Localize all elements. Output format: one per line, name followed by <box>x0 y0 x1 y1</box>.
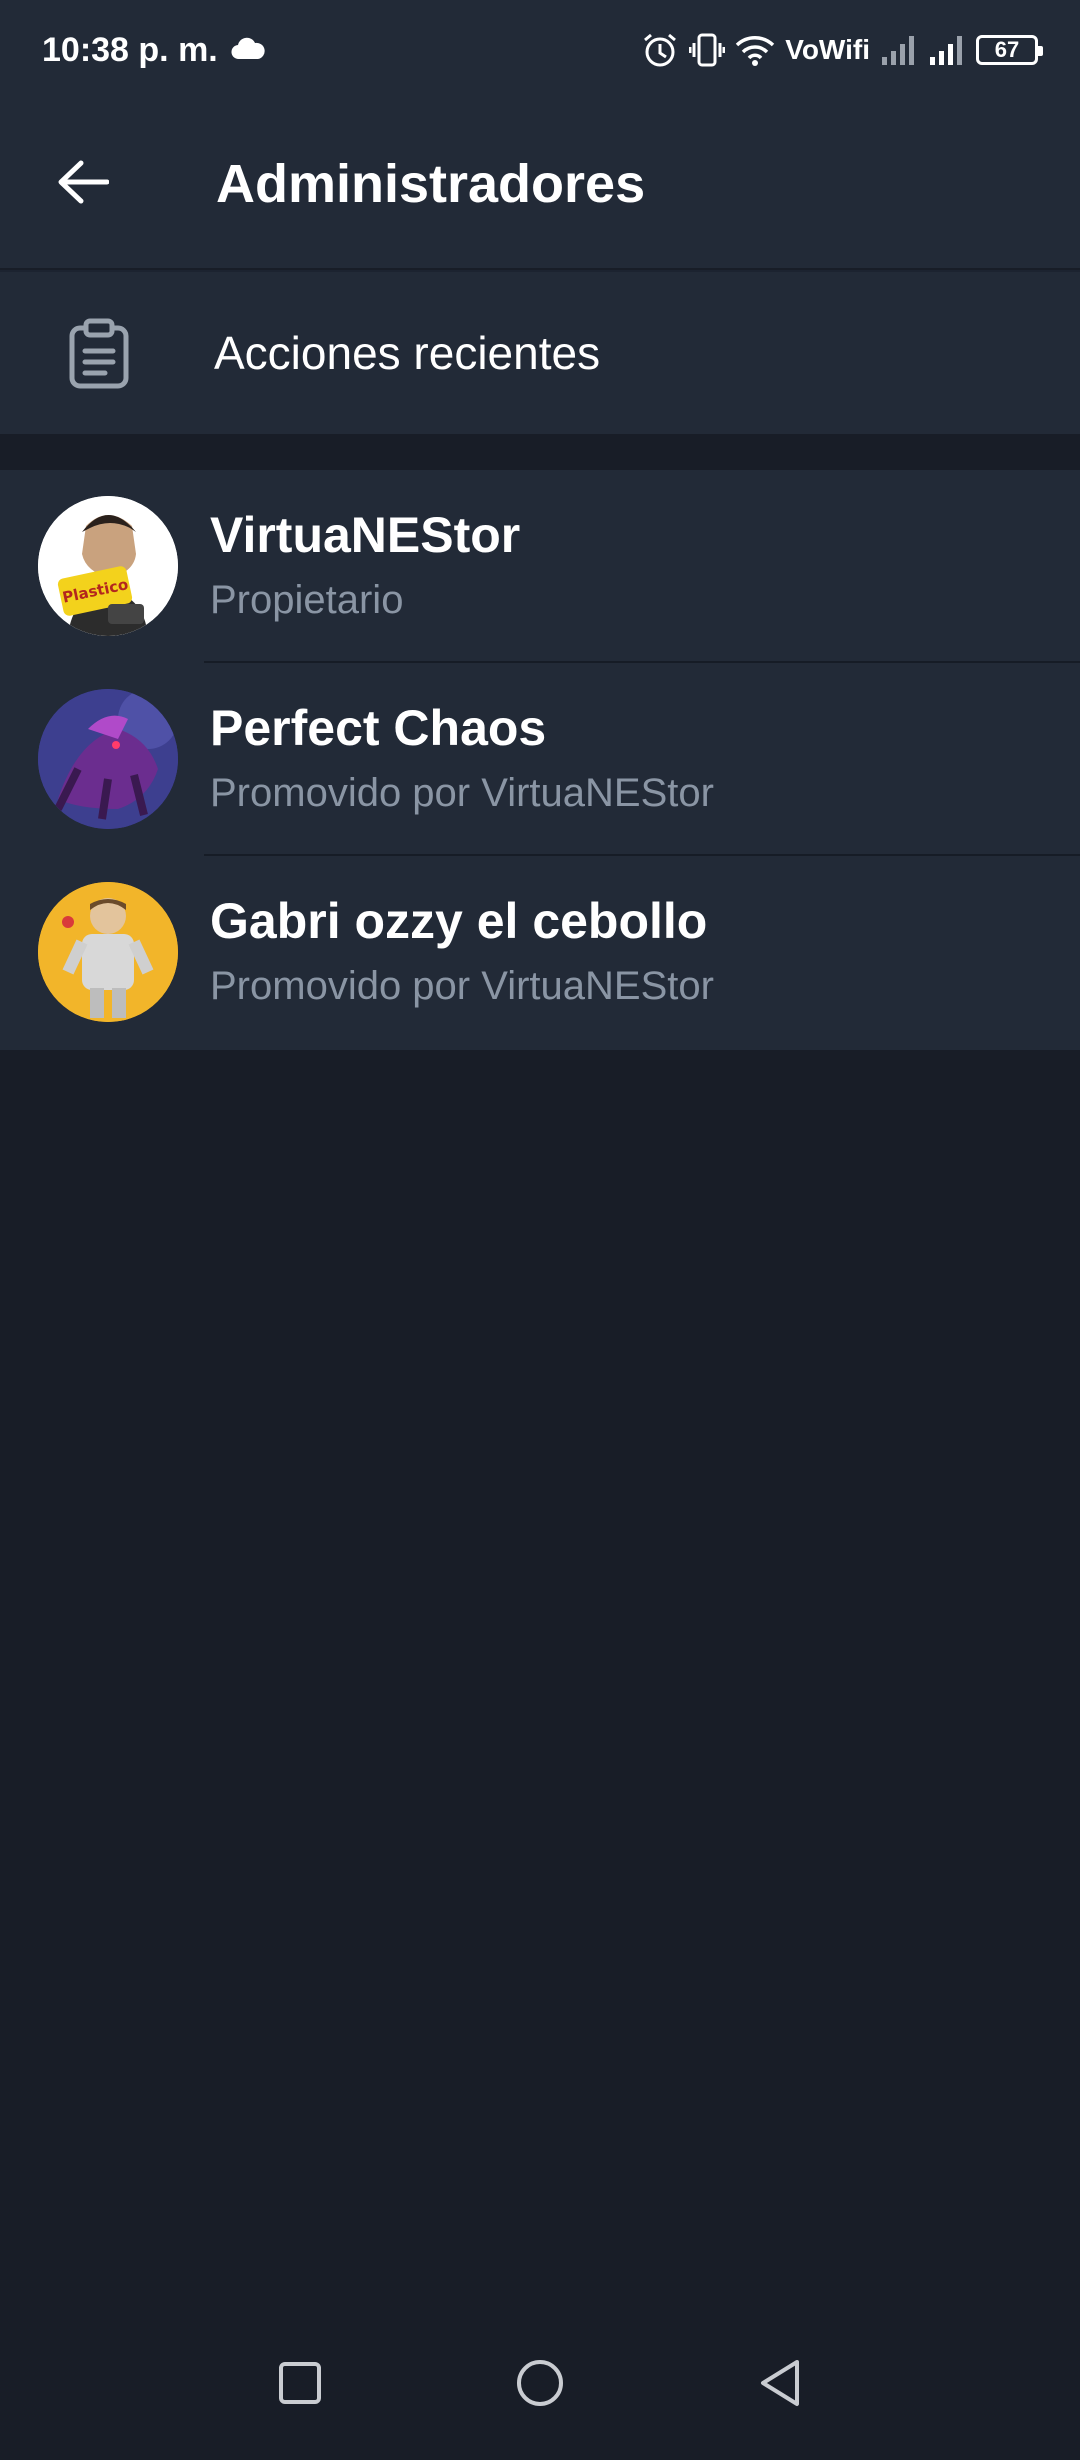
recents-square-icon <box>278 2361 322 2410</box>
system-nav-bar <box>0 2310 1080 2460</box>
back-button[interactable] <box>50 151 116 217</box>
recent-actions-label: Acciones recientes <box>214 327 601 379</box>
admin-role: Propietario <box>210 578 404 622</box>
status-right: VoWifi 67 <box>641 31 1043 69</box>
status-time: 10:38 p. m. <box>42 30 218 69</box>
home-button[interactable] <box>500 2345 580 2425</box>
arrow-left-icon <box>57 160 110 209</box>
recents-button[interactable] <box>260 2345 340 2425</box>
section-gap <box>0 434 1080 470</box>
admin-row-gabri-ozzy[interactable]: Gabri ozzy el cebollo Promovido por Virt… <box>0 856 1080 1049</box>
admins-screen: 10:38 p. m. VoWifi 67 Administradores Ac… <box>0 0 1080 2460</box>
admin-row-virtuanestor[interactable]: Plastico VirtuaNEStor Propietario <box>0 470 1080 663</box>
back-triangle-icon <box>757 2358 803 2413</box>
cloud-icon <box>230 31 266 70</box>
admin-list: Plastico VirtuaNEStor Propietario Perfec… <box>0 470 1080 1050</box>
admin-name: Gabri ozzy el cebollo <box>210 893 708 949</box>
vibrate-icon <box>689 31 726 69</box>
status-bar: 10:38 p. m. VoWifi 67 <box>0 0 1080 100</box>
wifi-icon <box>735 33 775 67</box>
alarm-icon <box>641 31 679 69</box>
admin-role: Promovido por VirtuaNEStor <box>210 964 714 1008</box>
clipboard-icon <box>66 318 132 390</box>
home-circle-icon <box>515 2358 565 2413</box>
recent-actions-row[interactable]: Acciones recientes <box>0 270 1080 434</box>
admin-name: VirtuaNEStor <box>210 507 521 563</box>
app-bar: Administradores <box>0 100 1080 268</box>
admin-role: Promovido por VirtuaNEStor <box>210 771 714 815</box>
avatar <box>38 882 178 1022</box>
signal-icon <box>880 33 918 67</box>
page-title: Administradores <box>216 154 646 214</box>
status-left: 10:38 p. m. <box>42 31 266 70</box>
back-nav-button[interactable] <box>740 2345 820 2425</box>
battery-icon: 67 <box>976 35 1043 65</box>
admin-row-perfect-chaos[interactable]: Perfect Chaos Promovido por VirtuaNEStor <box>0 663 1080 856</box>
avatar <box>38 689 178 829</box>
signal-icon-2 <box>928 33 966 67</box>
avatar: Plastico <box>38 496 178 636</box>
admin-name: Perfect Chaos <box>210 700 547 756</box>
vowifi-label: VoWifi <box>785 34 870 65</box>
